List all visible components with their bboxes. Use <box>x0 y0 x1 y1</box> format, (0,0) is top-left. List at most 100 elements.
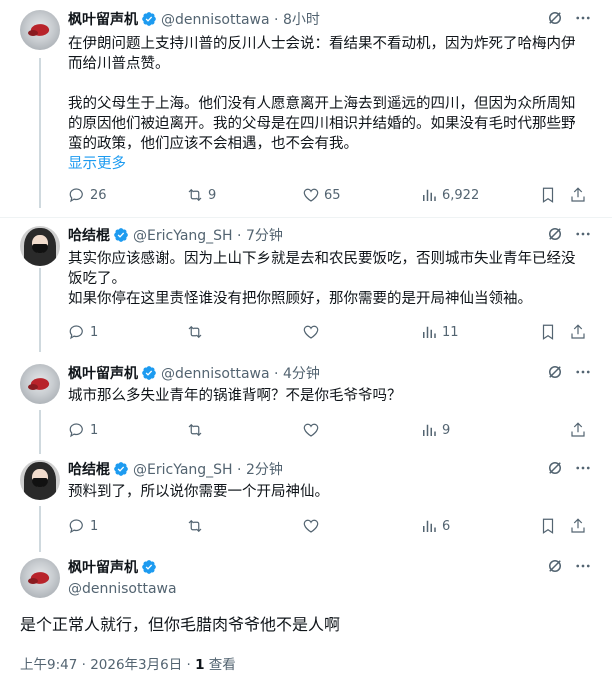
timestamp[interactable]: 4分钟 <box>283 366 320 382</box>
handle[interactable]: @EricYang_SH <box>133 462 233 478</box>
tweet[interactable]: 枫叶留声机 @dennisottawa · 4分钟 城市那么多失业青年的锅谁背啊？… <box>0 356 612 451</box>
header-icons <box>546 558 592 578</box>
retweet-button[interactable] <box>186 420 204 440</box>
avatar[interactable] <box>20 364 60 404</box>
share-button[interactable] <box>569 185 587 205</box>
handle[interactable]: @dennisottawa <box>68 581 177 597</box>
handle[interactable]: @dennisottawa <box>161 12 270 28</box>
avatar[interactable] <box>20 10 60 50</box>
reply-button[interactable]: 1 <box>68 322 98 342</box>
views-button[interactable]: 11 <box>420 322 459 342</box>
like-button[interactable] <box>302 516 320 536</box>
separator-dot: · <box>237 228 242 244</box>
views-button[interactable]: 6 <box>420 516 450 536</box>
more-icon[interactable] <box>574 557 592 579</box>
share-icon <box>569 421 587 439</box>
timestamp[interactable]: 7分钟 <box>246 228 283 244</box>
verified-badge-icon <box>141 559 157 575</box>
share-button[interactable] <box>569 322 587 342</box>
tweet-actions: 1 6 <box>68 516 592 536</box>
separator-dot: · <box>274 12 279 28</box>
timestamp[interactable]: 8小时 <box>283 12 320 28</box>
retweet-icon <box>186 323 204 341</box>
header-icons <box>546 364 592 384</box>
reply-icon <box>68 421 86 439</box>
tweet-text: 预料到了，所以说你需要一个开局神仙。 <box>68 482 586 502</box>
display-name[interactable]: 哈结棍 <box>68 462 110 478</box>
tweet[interactable]: 枫叶留声机 @dennisottawa · 8小时 在伊朗问题上支持川普的反川人士… <box>0 0 612 215</box>
views-icon <box>420 323 438 341</box>
view-count: 9 <box>442 422 451 438</box>
reply-icon <box>68 186 86 204</box>
header-icons <box>546 226 592 246</box>
tweet-paragraph: 在伊朗问题上支持川普的反川人士会说：看结果不看动机，因为炸死了哈梅内伊而给川普点… <box>68 36 576 72</box>
bookmark-button[interactable] <box>539 185 557 205</box>
views-button[interactable]: 6,922 <box>420 185 479 205</box>
like-icon <box>302 323 320 341</box>
tweet-actions: 1 11 <box>68 322 592 342</box>
views-button[interactable]: 9 <box>420 420 450 440</box>
views-icon <box>420 421 438 439</box>
reply-icon <box>68 517 86 535</box>
tweet[interactable]: 哈结棍 @EricYang_SH · 2分钟 预料到了，所以说你需要一个开局神仙。… <box>0 452 612 547</box>
more-icon[interactable] <box>574 9 592 31</box>
reply-count: 1 <box>90 422 99 438</box>
more-icon[interactable] <box>574 459 592 481</box>
tweet-datetime[interactable]: 上午9:47 · 2026年3月6日 · <box>20 657 195 673</box>
views-icon <box>420 517 438 535</box>
reply-button[interactable]: 1 <box>68 516 98 536</box>
grok-icon[interactable] <box>546 459 564 481</box>
reply-icon <box>68 323 86 341</box>
timestamp[interactable]: 2分钟 <box>246 462 283 478</box>
retweet-button[interactable] <box>186 322 204 342</box>
handle[interactable]: @EricYang_SH <box>133 228 233 244</box>
tweet[interactable]: 哈结棍 @EricYang_SH · 7分钟 其实你应该感谢。因为上山下乡就是去和… <box>0 218 612 353</box>
tweet-header: 枫叶留声机 @dennisottawa · 4分钟 <box>68 364 592 384</box>
like-button[interactable] <box>302 420 320 440</box>
grok-icon[interactable] <box>546 557 564 579</box>
reply-count: 1 <box>90 324 99 340</box>
bookmark-button[interactable] <box>539 516 557 536</box>
reply-count: 26 <box>90 187 107 203</box>
header-icons <box>546 10 592 30</box>
handle[interactable]: @dennisottawa <box>161 366 270 382</box>
view-count: 6,922 <box>442 187 480 203</box>
tweet-meta: 上午9:47 · 2026年3月6日 · 1 查看 <box>20 653 236 673</box>
retweet-icon <box>186 186 204 204</box>
share-button[interactable] <box>569 420 587 440</box>
retweet-button[interactable]: 9 <box>186 185 216 205</box>
tweet-text: 是个正常人就行，但你毛腊肉爷爷他不是人啊 <box>20 615 341 634</box>
separator-dot: · <box>237 462 242 478</box>
display-name[interactable]: 枫叶留声机 <box>68 12 138 28</box>
show-more-link[interactable]: 显示更多 <box>68 154 586 174</box>
tweet-paragraph: 预料到了，所以说你需要一个开局神仙。 <box>68 484 329 500</box>
retweet-count: 9 <box>208 187 217 203</box>
avatar[interactable] <box>20 226 60 266</box>
more-icon[interactable] <box>574 363 592 385</box>
grok-icon[interactable] <box>546 225 564 247</box>
tweet-text: 在伊朗问题上支持川普的反川人士会说：看结果不看动机，因为炸死了哈梅内伊而给川普点… <box>68 34 586 174</box>
grok-icon[interactable] <box>546 9 564 31</box>
avatar[interactable] <box>20 558 60 598</box>
avatar[interactable] <box>20 460 60 500</box>
view-label: 查看 <box>204 657 236 673</box>
display-name[interactable]: 枫叶留声机 <box>68 560 138 576</box>
display-name[interactable]: 枫叶留声机 <box>68 366 138 382</box>
like-icon <box>302 517 320 535</box>
reply-button[interactable]: 1 <box>68 420 98 440</box>
grok-icon[interactable] <box>546 363 564 385</box>
display-name[interactable]: 哈结棍 <box>68 228 110 244</box>
reply-button[interactable]: 26 <box>68 185 107 205</box>
tweet-header: 枫叶留声机 @dennisottawa · 8小时 <box>68 10 592 30</box>
tweet-paragraph: 其实你应该感谢。因为上山下乡就是去和农民要饭吃，否则城市失业青年已经没饭吃了。 <box>68 251 576 287</box>
share-icon <box>569 186 587 204</box>
more-icon[interactable] <box>574 225 592 247</box>
retweet-button[interactable] <box>186 516 204 536</box>
reply-count: 1 <box>90 518 99 534</box>
like-button[interactable] <box>302 322 320 342</box>
share-button[interactable] <box>569 516 587 536</box>
verified-badge-icon <box>141 11 157 27</box>
view-count: 11 <box>442 324 459 340</box>
bookmark-button[interactable] <box>539 322 557 342</box>
like-button[interactable]: 65 <box>302 185 341 205</box>
